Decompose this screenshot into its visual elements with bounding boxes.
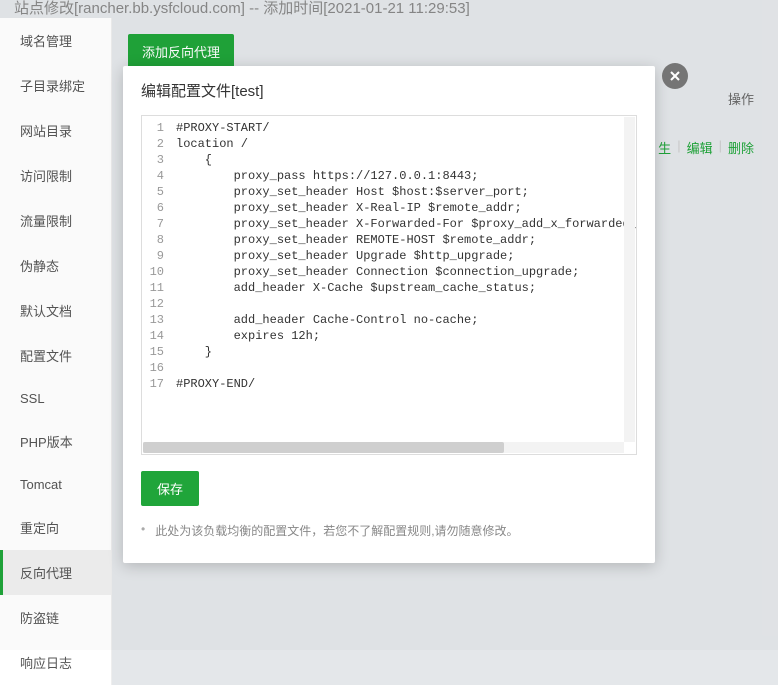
bullet-icon: • <box>141 522 145 539</box>
close-icon <box>669 70 681 82</box>
code-line[interactable]: #PROXY-END/ <box>176 376 637 392</box>
code-line[interactable]: proxy_set_header REMOTE-HOST $remote_add… <box>176 232 637 248</box>
line-number: 9 <box>142 248 164 264</box>
code-line[interactable]: add_header X-Cache $upstream_cache_statu… <box>176 280 637 296</box>
scrollbar-thumb[interactable] <box>143 442 504 453</box>
code-line[interactable] <box>176 360 637 376</box>
editor-code[interactable]: #PROXY-START/location / { proxy_pass htt… <box>170 116 637 396</box>
code-line[interactable]: proxy_set_header Host $host:$server_port… <box>176 184 637 200</box>
code-line[interactable] <box>176 296 637 312</box>
line-number: 1 <box>142 120 164 136</box>
scrollbar-horizontal[interactable] <box>143 442 624 453</box>
scrollbar-vertical[interactable] <box>624 117 635 442</box>
line-number: 5 <box>142 184 164 200</box>
save-button[interactable]: 保存 <box>141 471 199 506</box>
line-number: 14 <box>142 328 164 344</box>
modal-overlay: 编辑配置文件[test] 1234567891011121314151617 #… <box>0 0 778 650</box>
line-number: 7 <box>142 216 164 232</box>
editor-gutter: 1234567891011121314151617 <box>142 116 170 396</box>
note-text: 此处为该负载均衡的配置文件，若您不了解配置规则,请勿随意修改。 <box>155 522 518 539</box>
code-line[interactable]: add_header Cache-Control no-cache; <box>176 312 637 328</box>
modal-note: • 此处为该负载均衡的配置文件，若您不了解配置规则,请勿随意修改。 <box>123 522 655 563</box>
edit-config-modal: 编辑配置文件[test] 1234567891011121314151617 #… <box>123 66 655 563</box>
line-number: 12 <box>142 296 164 312</box>
line-number: 16 <box>142 360 164 376</box>
code-line[interactable]: proxy_set_header Upgrade $http_upgrade; <box>176 248 637 264</box>
code-line[interactable]: { <box>176 152 637 168</box>
line-number: 13 <box>142 312 164 328</box>
code-line[interactable]: } <box>176 344 637 360</box>
line-number: 2 <box>142 136 164 152</box>
code-line[interactable]: proxy_set_header X-Forwarded-For $proxy_… <box>176 216 637 232</box>
line-number: 15 <box>142 344 164 360</box>
modal-title: 编辑配置文件[test] <box>123 66 655 115</box>
code-line[interactable]: location / <box>176 136 637 152</box>
line-number: 17 <box>142 376 164 392</box>
code-line[interactable]: proxy_set_header Connection $connection_… <box>176 264 637 280</box>
line-number: 6 <box>142 200 164 216</box>
code-editor[interactable]: 1234567891011121314151617 #PROXY-START/l… <box>141 115 637 455</box>
line-number: 4 <box>142 168 164 184</box>
code-line[interactable]: proxy_pass https://127.0.0.1:8443; <box>176 168 637 184</box>
line-number: 11 <box>142 280 164 296</box>
code-line[interactable]: #PROXY-START/ <box>176 120 637 136</box>
code-line[interactable]: proxy_set_header X-Real-IP $remote_addr; <box>176 200 637 216</box>
line-number: 3 <box>142 152 164 168</box>
code-line[interactable]: expires 12h; <box>176 328 637 344</box>
close-button[interactable] <box>662 63 688 89</box>
line-number: 8 <box>142 232 164 248</box>
line-number: 10 <box>142 264 164 280</box>
